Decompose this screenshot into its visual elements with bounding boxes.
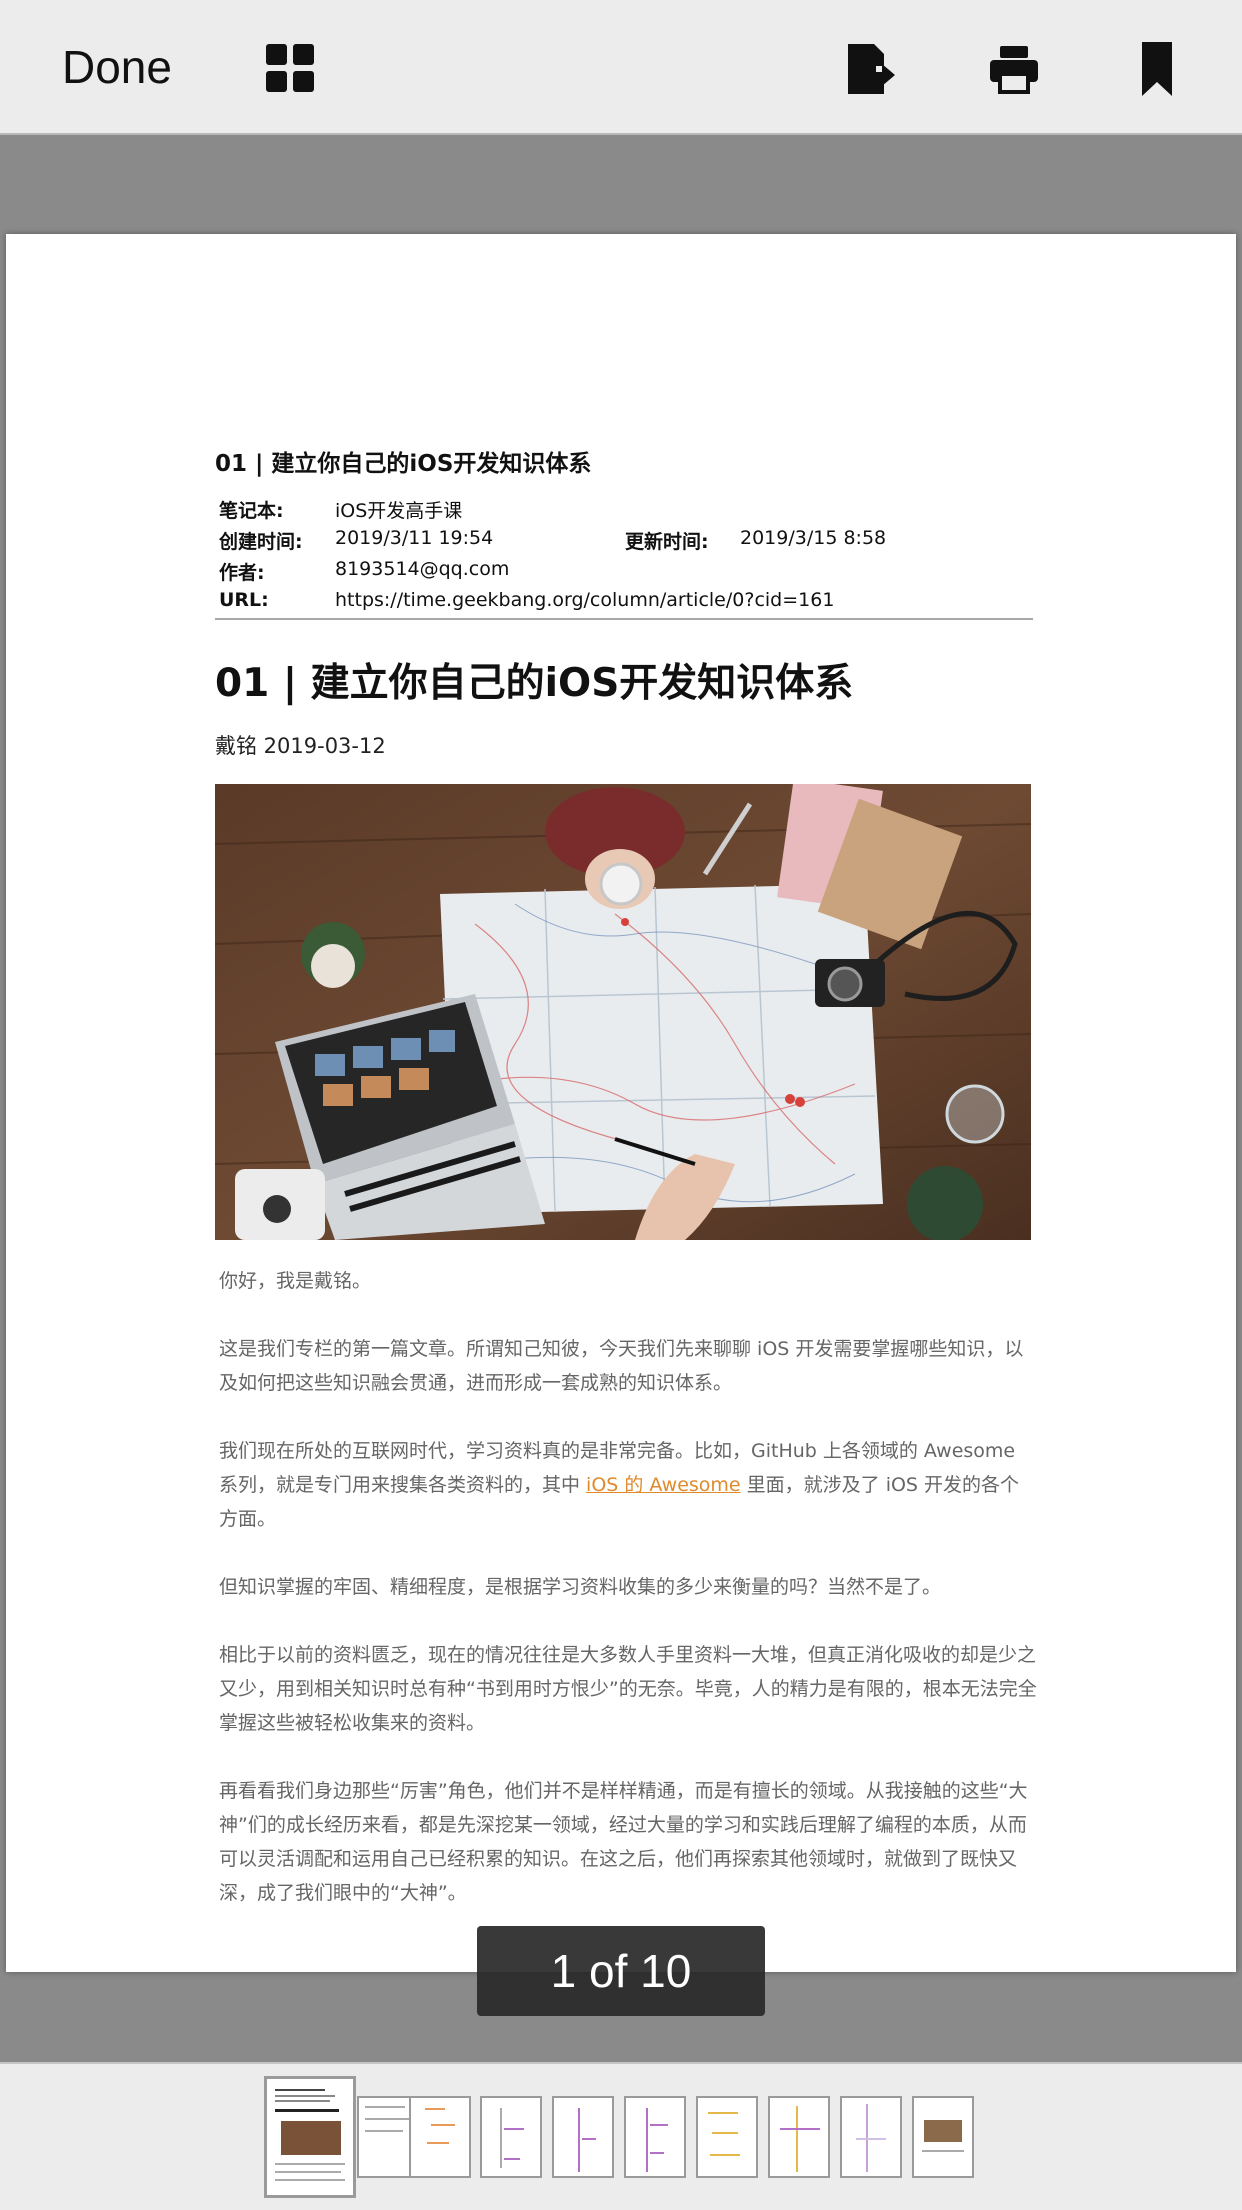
meta-divider: [215, 618, 1033, 620]
paragraph-2: 这是我们专栏的第一篇文章。所谓知己知彼，今天我们先来聊聊 iOS 开发需要掌握哪…: [219, 1338, 1024, 1394]
notebook-label: 笔记本:: [219, 500, 284, 522]
grid-icon[interactable]: [264, 42, 316, 94]
top-toolbar: Done: [0, 0, 1242, 135]
meta-row-notebook: 笔记本: iOS开发高手课: [219, 496, 1033, 527]
print-icon[interactable]: [988, 44, 1040, 94]
meta-row-url: URL: https://time.geekbang.org/column/ar…: [219, 589, 1033, 620]
paragraph-1: 你好，我是戴铭。: [219, 1270, 372, 1292]
url-value[interactable]: https://time.geekbang.org/column/article…: [335, 589, 834, 611]
updated-label: 更新时间:: [625, 531, 709, 553]
page-thumbnail-5[interactable]: [552, 2096, 614, 2178]
paragraph-4: 但知识掌握的牢固、精细程度，是根据学习资料收集的多少来衡量的吗？当然不是了。: [219, 1576, 942, 1598]
page-thumbnail-7[interactable]: [696, 2096, 758, 2178]
url-label: URL:: [219, 589, 269, 611]
meta-row-created: 创建时间: 2019/3/11 19:54 更新时间: 2019/3/15 8:…: [219, 527, 1033, 558]
page-thumbnail-3[interactable]: [409, 2096, 471, 2178]
document-page[interactable]: 01 | 建立你自己的iOS开发知识体系 笔记本: iOS开发高手课 创建时间:…: [6, 234, 1236, 1972]
page-thumbnail-10[interactable]: [912, 2096, 974, 2178]
page-thumbnail-8[interactable]: [768, 2096, 830, 2178]
notebook-value: iOS开发高手课: [335, 500, 463, 522]
author-label: 作者:: [219, 562, 265, 584]
note-title: 01 | 建立你自己的iOS开发知识体系: [215, 451, 592, 477]
note-metadata: 笔记本: iOS开发高手课 创建时间: 2019/3/11 19:54 更新时间…: [219, 496, 1033, 620]
article-title: 01 | 建立你自己的iOS开发知识体系: [215, 661, 854, 706]
bookmark-icon[interactable]: [1140, 40, 1174, 98]
page-thumbnail-9[interactable]: [840, 2096, 902, 2178]
page-indicator: 1 of 10: [477, 1926, 765, 2016]
article-body: 你好，我是戴铭。 这是我们专栏的第一篇文章。所谓知己知彼，今天我们先来聊聊 iO…: [219, 1264, 1037, 1944]
page-thumbnail-1[interactable]: [264, 2076, 356, 2198]
article-byline: 戴铭 2019-03-12: [215, 734, 386, 758]
paragraph-3: 我们现在所处的互联网时代，学习资料真的是非常完备。比如，GitHub 上各领域的…: [219, 1434, 1037, 1536]
hero-image: [215, 784, 1031, 1240]
done-button[interactable]: Done: [62, 40, 172, 94]
created-value: 2019/3/11 19:54: [335, 527, 494, 549]
updated-value: 2019/3/15 8:58: [740, 527, 887, 549]
created-label: 创建时间:: [219, 531, 303, 553]
page-thumbnail-4[interactable]: [480, 2096, 542, 2178]
author-value: 8193514@qq.com: [335, 558, 510, 580]
export-icon[interactable]: [846, 42, 896, 96]
page-thumbnail-6[interactable]: [624, 2096, 686, 2178]
paragraph-5: 相比于以前的资料匮乏，现在的情况往往是大多数人手里资料一大堆，但真正消化吸收的却…: [219, 1644, 1037, 1734]
ios-awesome-link[interactable]: iOS 的 Awesome: [586, 1474, 741, 1496]
thumbnail-strip: [0, 2062, 1242, 2210]
meta-row-author: 作者: 8193514@qq.com: [219, 558, 1033, 589]
paragraph-6: 再看看我们身边那些“厉害”角色，他们并不是样样精通，而是有擅长的领域。从我接触的…: [219, 1780, 1028, 1904]
